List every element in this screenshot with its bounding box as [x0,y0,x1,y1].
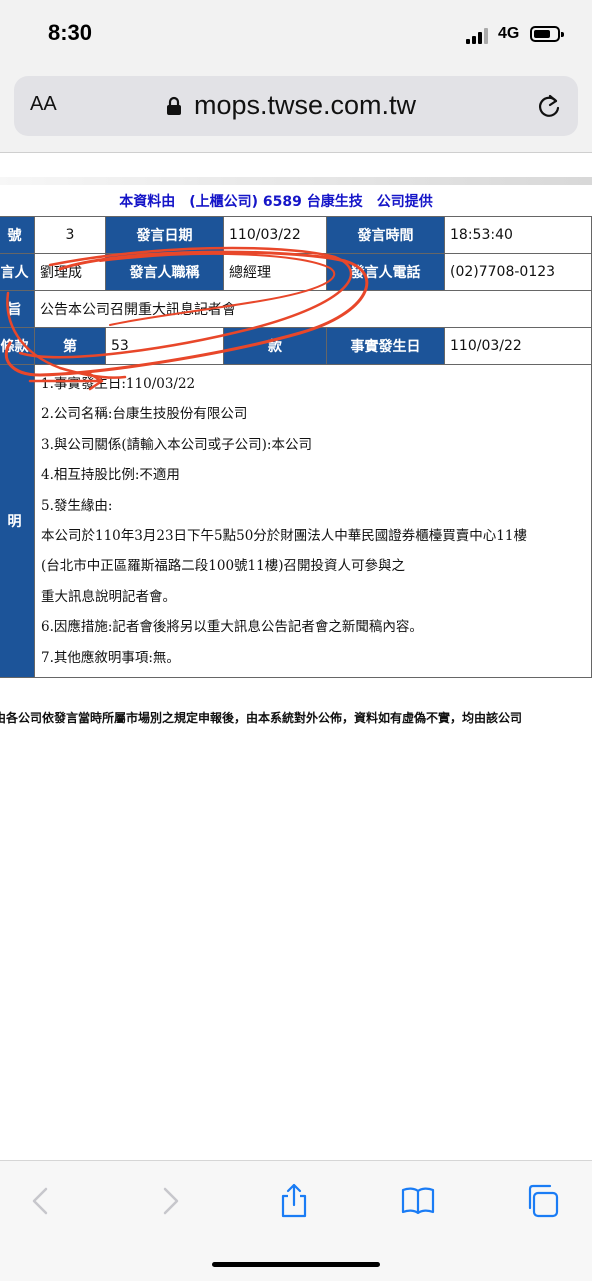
description-line: (台北市中正區羅斯福路二段100號11樓)召開投資人可參與之 [41,558,405,575]
reader-settings-button[interactable]: AA [30,93,57,116]
red-annotation-scribble [4,246,369,391]
description-line: 5.發生緣由: [41,497,113,514]
url-text[interactable]: mops.twse.com.tw [194,90,416,121]
status-bar: 8:30 4G [0,0,592,72]
web-page: 本資料由 (上櫃公司) 6589 台康生技 公司提供 號 3 發言日期 110/… [0,153,592,1160]
disclaimer-text: 由各公司依發言當時所屬市場別之規定申報後，由本系統對外公佈，資料如有虛偽不實，均… [0,711,523,725]
share-icon[interactable] [276,1183,312,1219]
signal-icon [466,28,490,44]
description-line: 7.其他應敘明事項:無。 [41,649,180,666]
lock-icon [167,96,181,115]
description-line: 重大訊息說明記者會。 [41,588,176,605]
description-line: 本公司於110年3月23日下午5點50分於財團法人中華民國證券櫃檯買賣中心11樓 [41,528,527,545]
status-time: 8:30 [48,20,93,45]
address-bar[interactable]: AA mops.twse.com.tw [14,76,578,136]
description-line: 6.因應措施:記者會後將另以重大訊息公告記者會之新聞稿內容。 [41,619,423,636]
description-line: 4.相互持股比例:不適用 [41,467,180,484]
browser-header: AA mops.twse.com.tw [0,72,592,153]
tabs-icon[interactable] [524,1183,560,1219]
home-indicator [212,1262,380,1267]
forward-icon[interactable] [152,1183,188,1219]
back-icon[interactable] [24,1183,60,1219]
battery-icon [530,26,564,42]
bookmarks-icon[interactable] [400,1183,436,1219]
network-type: 4G [498,25,520,42]
reload-icon[interactable] [536,92,562,120]
